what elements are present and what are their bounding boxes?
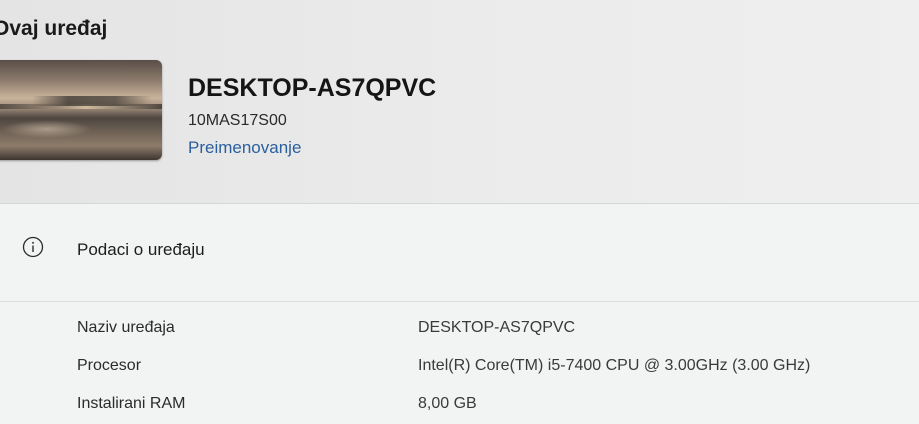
wallpaper-glare: [2, 120, 92, 138]
info-icon: [22, 236, 44, 258]
device-specifications-panel: Podaci o uređaju Naziv uređaja DESKTOP-A…: [0, 203, 919, 424]
wallpaper-shore: [32, 96, 152, 106]
device-model: 10MAS17S00: [188, 112, 287, 129]
device-card: DESKTOP-AS7QPVC 10MAS17S00 Preimenovanje: [0, 52, 919, 202]
divider: [0, 301, 919, 302]
device-specifications-title: Podaci o uređaju: [77, 240, 205, 259]
spec-value-device-name: DESKTOP-AS7QPVC: [418, 319, 576, 336]
device-name: DESKTOP-AS7QPVC: [188, 74, 437, 102]
section-title: Ovaj uređaj: [0, 17, 108, 40]
desktop-wallpaper-thumbnail: [0, 60, 162, 160]
spec-value-installed-ram: 8,00 GB: [418, 395, 477, 412]
spec-label-processor: Procesor: [77, 357, 142, 374]
spec-label-device-name: Naziv uređaja: [77, 319, 175, 336]
rename-link[interactable]: Preimenovanje: [188, 138, 301, 158]
device-specifications-header[interactable]: Podaci o uređaju: [0, 204, 919, 301]
spec-label-installed-ram: Instalirani RAM: [77, 395, 186, 412]
settings-page: Ovaj uređaj DESKTOP-AS7QPVC 10MAS17S00 P…: [0, 0, 919, 424]
spec-value-processor: Intel(R) Core(TM) i5-7400 CPU @ 3.00GHz …: [418, 357, 811, 374]
